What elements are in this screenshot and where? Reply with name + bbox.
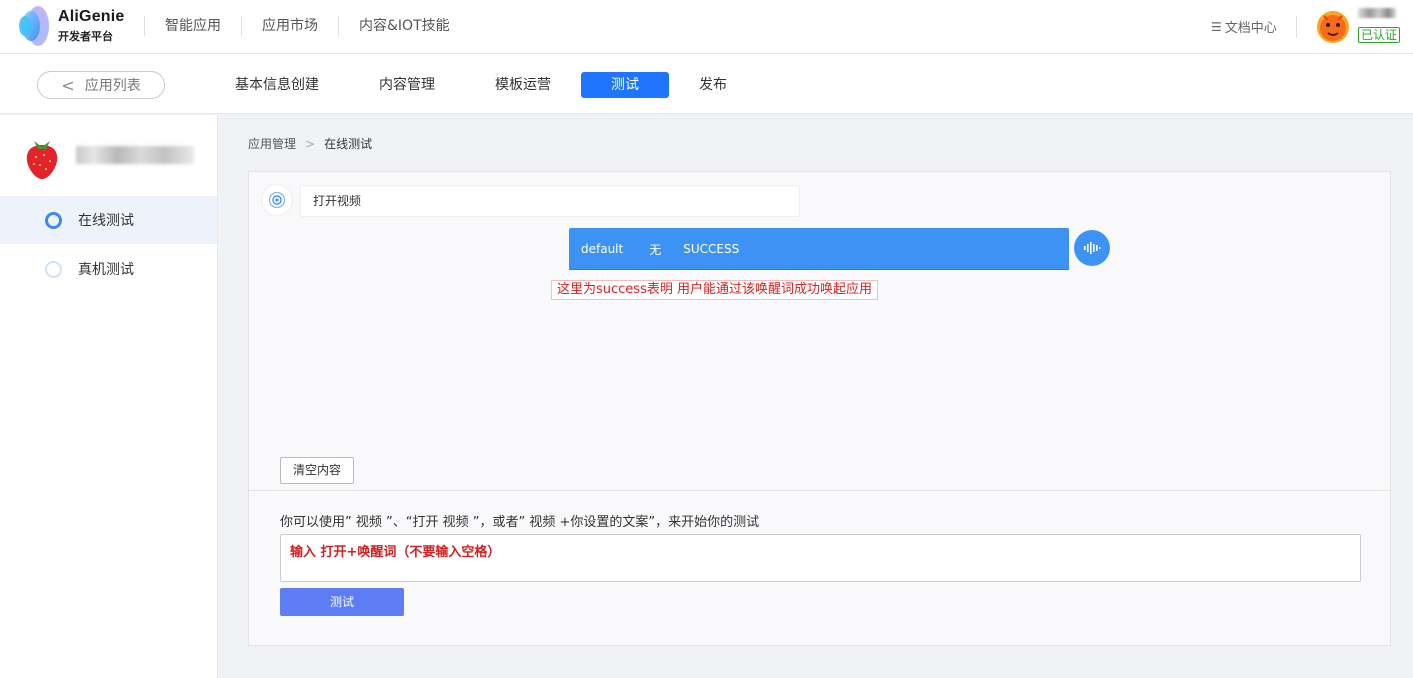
test-panel: 打开视频 default 无 SUCCESS 这里为success表明 用户能通… [248, 171, 1391, 646]
radio-inactive-icon [45, 260, 62, 278]
step-bar: < 应用列表 基本信息创建 内容管理 模板运营 测试 发布 [0, 54, 1413, 114]
breadcrumb-current: 在线测试 [324, 137, 373, 151]
verified-badge: 已认证 [1358, 27, 1401, 43]
back-button-label: 应用列表 [84, 78, 141, 94]
app-name-blurred [76, 146, 194, 164]
reply-divider [569, 269, 1069, 270]
list-icon: ☰ [1211, 19, 1222, 34]
user-message-bubble: 打开视频 [300, 185, 800, 217]
usage-hint: 你可以使用” 视频 ”、“打开 视频 ”，或者” 视频 +你设置的文案”，来开始… [280, 515, 760, 530]
chevron-right-icon: > [305, 136, 316, 151]
step-content-management[interactable]: 内容管理 [376, 72, 438, 98]
top-nav: 智能应用 应用市场 内容&IOT技能 [144, 16, 470, 36]
sidebar: 在线测试 真机测试 [0, 115, 218, 678]
user-name-blurred [1358, 6, 1396, 20]
sidebar-item-device-test[interactable]: 真机测试 [0, 245, 217, 293]
step-basic-info[interactable]: 基本信息创建 [232, 72, 322, 98]
step-test[interactable]: 测试 [581, 72, 669, 98]
aligenie-logo-icon[interactable] [16, 4, 52, 48]
step-template-operations[interactable]: 模板运营 [492, 72, 554, 98]
breadcrumb-parent[interactable]: 应用管理 [248, 135, 296, 152]
brand-subtitle: 开发者平台 [58, 30, 113, 43]
header-divider [1296, 16, 1297, 38]
sidebar-item-online-test[interactable]: 在线测试 [0, 196, 217, 244]
user-avatar[interactable] [1316, 10, 1350, 44]
top-header: AliGenie 开发者平台 智能应用 应用市场 内容&IOT技能 ☰ 文档中心… [0, 0, 1413, 54]
reply-intent: default [581, 242, 624, 256]
chevron-left-icon: < [61, 75, 75, 95]
step-publish[interactable]: 发布 [695, 72, 731, 98]
top-nav-content-iot-skills[interactable]: 内容&IOT技能 [338, 16, 470, 36]
reply-status: SUCCESS [683, 242, 740, 256]
sidebar-item-label: 在线测试 [78, 213, 134, 229]
success-annotation: 这里为success表明 用户能通过该唤醒词成功唤起应用 [551, 280, 878, 300]
brand-name: AliGenie [58, 8, 125, 25]
top-nav-app-market[interactable]: 应用市场 [241, 16, 338, 36]
app-strawberry-icon [26, 141, 58, 179]
bot-avatar-icon [261, 184, 293, 216]
reply-slot: 无 [649, 242, 662, 257]
sidebar-item-label: 真机测试 [78, 262, 134, 278]
breadcrumb: 应用管理 > 在线测试 [248, 135, 372, 152]
reply-bubble: default 无 SUCCESS [569, 228, 1069, 270]
top-nav-smart-apps[interactable]: 智能应用 [144, 16, 241, 36]
test-input[interactable]: 输入 打开+唤醒词（不要输入空格） [280, 534, 1361, 582]
voice-waveform-icon[interactable] [1074, 230, 1110, 266]
docs-center-label: 文档中心 [1224, 21, 1277, 36]
panel-divider [249, 490, 1390, 491]
back-to-app-list-button[interactable]: < 应用列表 [37, 71, 165, 99]
docs-center-link[interactable]: ☰ 文档中心 [1211, 17, 1277, 37]
radio-active-icon [45, 211, 62, 229]
clear-content-button[interactable]: 清空内容 [280, 457, 354, 484]
test-submit-button[interactable]: 测试 [280, 588, 404, 616]
